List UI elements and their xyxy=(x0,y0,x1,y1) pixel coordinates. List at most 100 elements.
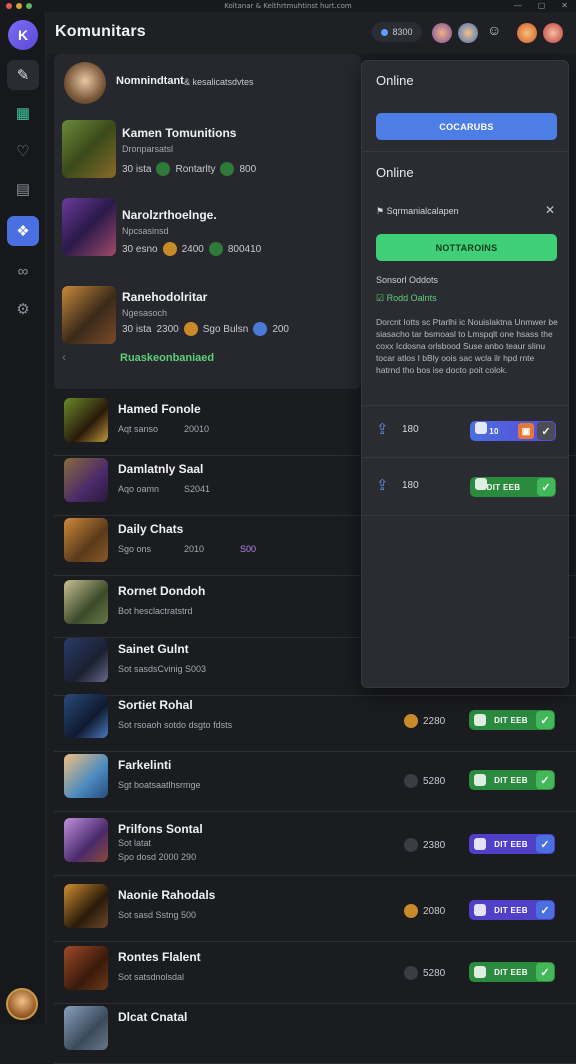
window-title: Koltanar & Kelthrtmuhtinst hurt.com xyxy=(224,2,352,10)
list-row[interactable]: Prilfons Sontal Sot latat Spo dosd 2000 29… xyxy=(54,814,576,876)
row-name: Naonie Rahodals xyxy=(118,888,216,902)
row-action-button[interactable]: DIT EEB ✓ xyxy=(469,710,555,730)
box-icon: ▣ xyxy=(518,423,534,439)
clapper-icon: ▤ xyxy=(15,181,31,198)
maximize-icon[interactable]: ▢ xyxy=(538,1,546,10)
rail-heart-button[interactable]: ♡ xyxy=(7,136,39,166)
section-header[interactable]: ‹ Ruaskeonbaniaed xyxy=(54,344,361,374)
diamond-icon xyxy=(253,322,268,336)
row-name: Sortiet Rohal xyxy=(118,698,193,712)
shield-icon xyxy=(156,162,171,176)
row-sub: Aqt sanso xyxy=(118,424,159,434)
gem-icon xyxy=(220,162,235,176)
link-icon: ∞ xyxy=(17,262,29,280)
close-icon[interactable]: ✕ xyxy=(545,203,555,217)
header-avatar-2[interactable] xyxy=(458,23,478,43)
header-avatar-3[interactable] xyxy=(517,23,537,43)
popup-row-1-action[interactable]: 10 ▣ ✓ xyxy=(470,421,556,441)
list-row[interactable]: Sortiet Rohal Sot rsoaoh sotdo dsgto fdst… xyxy=(54,690,576,752)
row-sub: Sot latat xyxy=(118,838,152,848)
featured-stat-a: 30 ista xyxy=(122,163,152,175)
popup-online-heading-2: Online xyxy=(376,165,414,180)
list-row[interactable]: Farkelinti Sgt boatsaatlhsrmge 5280 DIT EEB… xyxy=(54,750,576,812)
chevron-left-icon[interactable]: ‹ xyxy=(62,350,66,364)
row-sub-3: S00 xyxy=(240,544,257,554)
row-name: Hamed Fonole xyxy=(118,402,201,416)
rail-store-button[interactable]: ▦ xyxy=(7,98,39,128)
row-action-label: DIT EEB xyxy=(494,839,528,849)
row-thumbnail xyxy=(64,638,108,682)
check-icon: ✓ xyxy=(536,771,554,789)
store-icon: ▦ xyxy=(15,105,31,122)
row-sub-2: 20010 xyxy=(184,424,210,434)
featured-stats-3: 30 ista 2300 Sgo Bulsn 200 xyxy=(122,322,289,336)
popup-row-2[interactable]: ⇪ 180 DIT EEB ✓ xyxy=(376,475,557,499)
rail-media-button[interactable]: ▤ xyxy=(7,174,39,204)
list-row[interactable]: Rontes Flalent Sot satsdnolsdal 5280 DIT EE… xyxy=(54,942,576,1004)
row-sub: Sgt boatsaatlhsrmge xyxy=(118,780,201,790)
rail-community-button[interactable]: ❖ xyxy=(7,216,39,246)
row-thumbnail xyxy=(64,884,108,928)
featured-entry[interactable]: Kamen Tomunitions Dronparsatsl 30 ista Ro… xyxy=(54,116,361,178)
top-entry-name: Nomnindtant xyxy=(116,75,184,87)
popup-checkbox-label: Rodd Oalnts xyxy=(386,293,437,303)
row-name: Prilfons Sontal xyxy=(118,822,203,836)
app-logo[interactable]: K xyxy=(8,20,38,50)
gear-icon: ⚙ xyxy=(16,301,30,318)
featured3-stat-c: Sgo Bulsn xyxy=(202,323,249,335)
popup-row-1[interactable]: ⇪ 180 10 ▣ ✓ xyxy=(376,419,557,443)
row-sub: Sot rsoaoh sotdo dsgto fdsts xyxy=(118,720,233,730)
check-icon: ✓ xyxy=(536,835,554,853)
row-sub: Bot hesclactratstrd xyxy=(118,606,193,616)
status-dot-icon xyxy=(404,966,418,980)
close-icon[interactable]: ✕ xyxy=(561,1,568,10)
rail-edit-button[interactable]: ✎ xyxy=(7,60,39,90)
rail-links-button[interactable]: ∞ xyxy=(7,256,39,286)
popup-row-2-action[interactable]: DIT EEB ✓ xyxy=(470,477,556,497)
header-avatar-4[interactable] xyxy=(543,23,563,43)
row-action-button[interactable]: DIT EEB ✓ xyxy=(469,834,555,854)
popup-green-button[interactable]: NOTTAROINS xyxy=(376,234,557,261)
heart-icon: ♡ xyxy=(16,143,30,160)
row-stat: 5280 xyxy=(404,774,445,788)
chat-icon[interactable]: ☺ xyxy=(487,22,501,38)
status-pill-value: 8300 xyxy=(392,27,413,37)
featured-entry-2[interactable]: Narolzrthoelnge. Npcsasinsd 30 esno 2400 8… xyxy=(54,194,361,256)
popup-checkbox[interactable]: ☑ Rodd Oalnts xyxy=(376,293,437,304)
featured-entry-3[interactable]: Ranehodolritar Ngesasoch 30 ista 2300 Sgo … xyxy=(54,276,361,344)
row-thumbnail xyxy=(64,1006,108,1050)
top-entry[interactable]: Nomnindtant & kesalicatsdvtes xyxy=(54,58,361,120)
row-thumbnail xyxy=(64,754,108,798)
popup-row-2-num: 180 xyxy=(402,480,419,491)
fire-icon xyxy=(183,322,198,336)
list-row[interactable]: Dlcat Cnatal xyxy=(54,1002,576,1064)
popup-section-title-text: Sqrmanialcalapen xyxy=(386,206,459,216)
row-thumbnail xyxy=(64,818,108,862)
check-icon: ✓ xyxy=(536,901,554,919)
chat-icon xyxy=(475,478,487,490)
section-label: Ruaskeonbaniaed xyxy=(120,352,215,364)
row-stat-value: 2380 xyxy=(423,839,446,851)
chevron-icon: ✓ xyxy=(537,422,555,440)
upload-icon: ⇪ xyxy=(376,421,389,438)
featured-stats: 30 ista Rontarlty 800 xyxy=(122,162,256,176)
row-name: Sainet Gulnt xyxy=(118,642,189,656)
popup-primary-button[interactable]: COCARUBS xyxy=(376,113,557,140)
rail-settings-button[interactable]: ⚙ xyxy=(7,294,39,324)
top-entry-avatar xyxy=(64,62,106,104)
featured3-stat-a: 30 ista xyxy=(122,323,152,335)
featured-name: Kamen Tomunitions xyxy=(122,126,237,140)
check-icon: ✓ xyxy=(536,711,554,729)
row-action-button[interactable]: DIT EEB ✓ xyxy=(469,770,555,790)
minimize-icon[interactable]: — xyxy=(514,1,522,10)
user-avatar[interactable] xyxy=(6,988,38,1020)
row-stat-value: 2080 xyxy=(423,905,446,917)
row-stat-value: 5280 xyxy=(423,775,446,787)
status-pill[interactable]: 8300 xyxy=(372,22,422,42)
row-action-button[interactable]: DIT EEB ✓ xyxy=(469,900,555,920)
header-avatar-1[interactable] xyxy=(432,23,452,43)
list-row[interactable]: Naonie Rahodals Sot sasd Sstng 500 2080 DIT… xyxy=(54,880,576,942)
window-buttons[interactable]: — ▢ ✕ xyxy=(514,1,568,10)
row-action-button[interactable]: DIT EEB ✓ xyxy=(469,962,555,982)
featured3-stat-b: 2300 xyxy=(156,323,179,335)
